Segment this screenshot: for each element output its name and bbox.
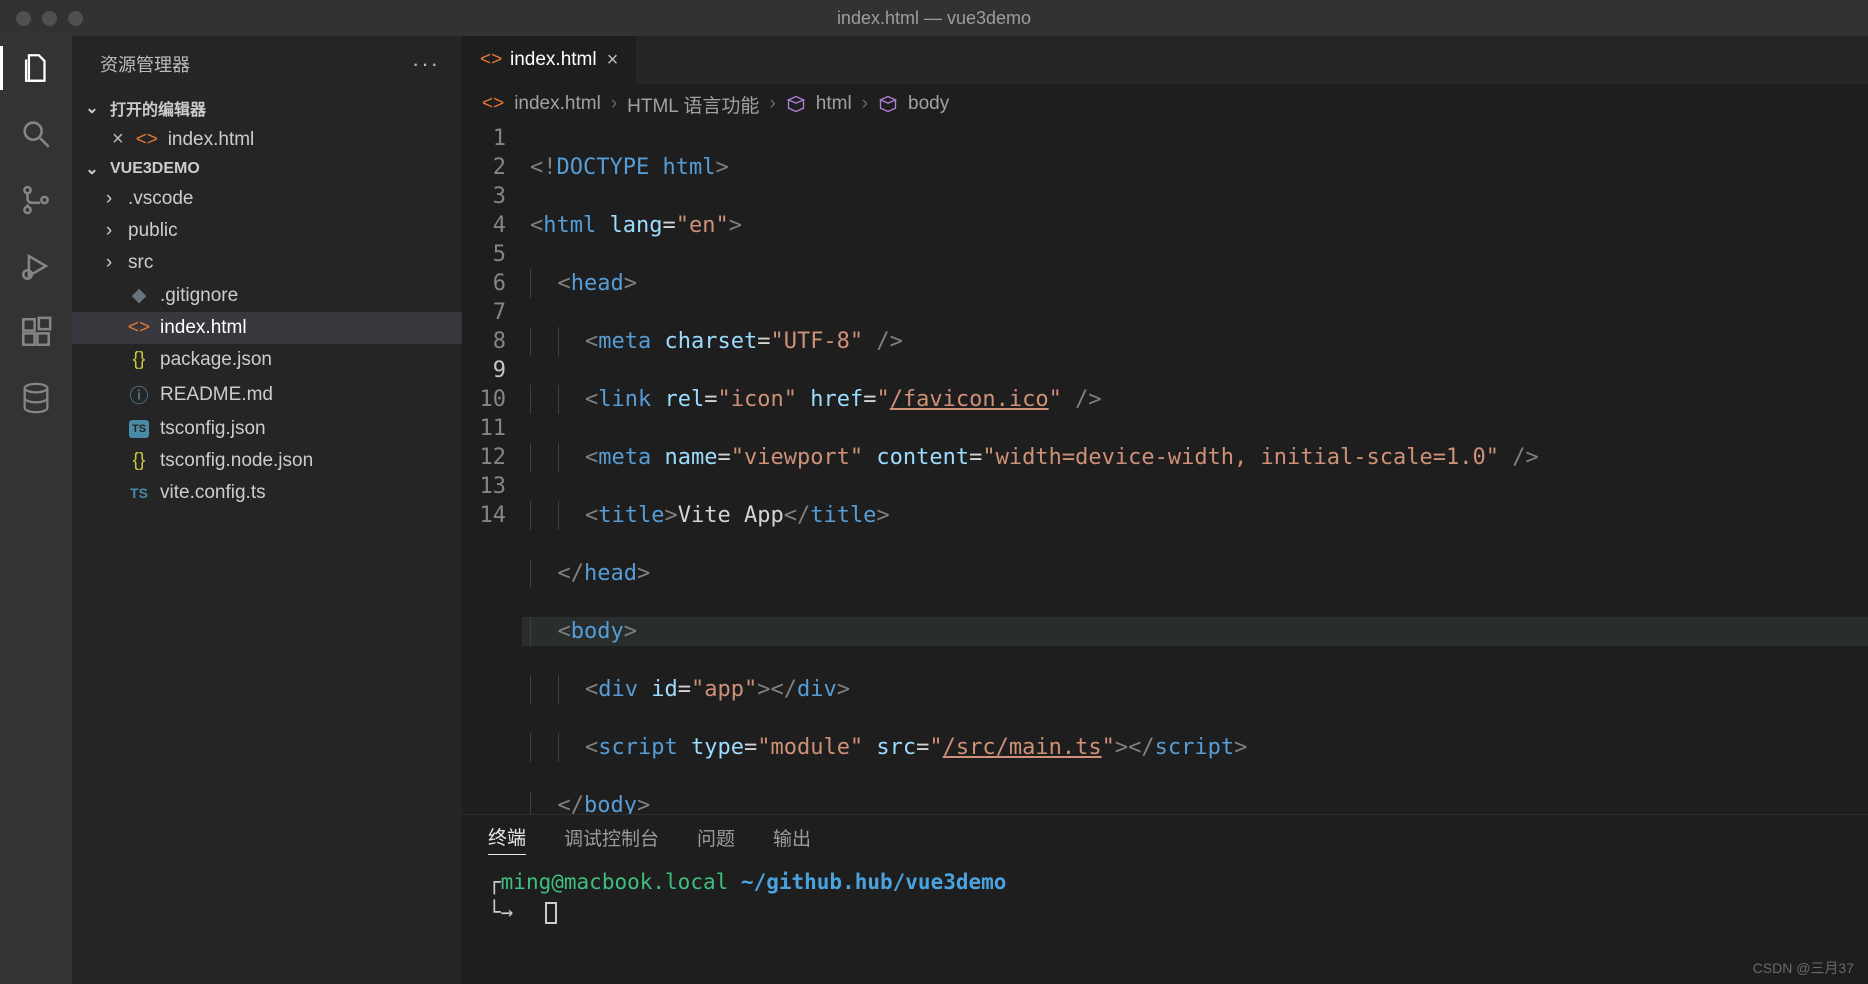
line-numbers: 1234567891011121314 <box>462 124 522 814</box>
code-editor[interactable]: 1234567891011121314 <!DOCTYPE html> <htm… <box>462 124 1868 814</box>
extensions-icon[interactable] <box>14 310 58 354</box>
html-file-icon: <> <box>482 93 504 115</box>
file-label: .gitignore <box>160 285 238 307</box>
explorer-icon[interactable] <box>14 46 58 90</box>
symbol-icon <box>786 94 806 114</box>
panel-tabs: 终端 调试控制台 问题 输出 <box>462 815 1868 863</box>
editor-tabs: <> index.html × <box>462 36 1868 84</box>
breadcrumb-html[interactable]: html <box>816 93 852 115</box>
chevron-down-icon: ⌄ <box>82 98 102 118</box>
code-content[interactable]: <!DOCTYPE html> <html lang="en"> <head> … <box>522 124 1868 814</box>
open-editor-filename: index.html <box>168 129 255 151</box>
file-label: package.json <box>160 349 272 371</box>
breadcrumb-file[interactable]: index.html <box>514 93 601 115</box>
database-icon[interactable] <box>14 376 58 420</box>
source-control-icon[interactable] <box>14 178 58 222</box>
tab-terminal[interactable]: 终端 <box>488 823 526 855</box>
file-index-html[interactable]: › <> index.html <box>72 312 462 344</box>
chevron-right-icon: › <box>611 93 617 115</box>
sidebar-title: 资源管理器 <box>100 51 190 77</box>
chevron-right-icon: › <box>100 188 118 210</box>
tab-output[interactable]: 输出 <box>773 824 811 855</box>
file-gitignore[interactable]: › ◆ .gitignore <box>72 279 462 312</box>
sidebar: 资源管理器 ··· ⌄ 打开的编辑器 × <> index.html ⌄ VUE… <box>72 36 462 984</box>
search-icon[interactable] <box>14 112 58 156</box>
file-package-json[interactable]: › {} package.json <box>72 344 462 376</box>
git-file-icon: ◆ <box>128 284 150 307</box>
ts-file-icon: TS <box>128 485 150 501</box>
project-name: VUE3DEMO <box>110 160 200 178</box>
file-tsconfig-node[interactable]: › {} tsconfig.node.json <box>72 445 462 477</box>
folder-label: public <box>128 220 178 242</box>
close-icon[interactable]: × <box>112 128 124 151</box>
open-editor-item[interactable]: × <> index.html <box>72 124 462 155</box>
debug-icon[interactable] <box>14 244 58 288</box>
zoom-window-icon[interactable] <box>68 11 83 26</box>
breadcrumb-body[interactable]: body <box>908 93 949 115</box>
file-label: vite.config.ts <box>160 482 266 504</box>
html-file-icon: <> <box>128 317 150 339</box>
file-readme[interactable]: › ⓘ README.md <box>72 376 462 413</box>
symbol-icon <box>878 94 898 114</box>
tab-problems[interactable]: 问题 <box>697 824 735 855</box>
file-vite-config[interactable]: › TS vite.config.ts <box>72 477 462 509</box>
chevron-right-icon: › <box>769 93 775 115</box>
window-title: index.html — vue3demo <box>0 8 1868 29</box>
folder-label: .vscode <box>128 188 193 210</box>
html-file-icon: <> <box>136 129 156 151</box>
folder-src[interactable]: › src <box>72 247 462 279</box>
close-window-icon[interactable] <box>16 11 31 26</box>
chevron-right-icon: › <box>100 252 118 274</box>
folder-vscode[interactable]: › .vscode <box>72 183 462 215</box>
file-label: tsconfig.node.json <box>160 450 313 472</box>
window-controls[interactable] <box>16 11 83 26</box>
terminal-cursor <box>545 902 557 924</box>
json-file-icon: {} <box>128 349 150 371</box>
terminal[interactable]: ┌ming@macbook.local ~/github.hub/vue3dem… <box>462 863 1868 984</box>
sidebar-more-icon[interactable]: ··· <box>412 51 440 77</box>
project-section[interactable]: ⌄ VUE3DEMO <box>72 155 462 183</box>
html-file-icon: <> <box>480 49 500 71</box>
info-file-icon: ⓘ <box>128 381 150 408</box>
titlebar: index.html — vue3demo <box>0 0 1868 36</box>
file-label: README.md <box>160 384 273 406</box>
activity-bar <box>0 36 72 984</box>
file-label: index.html <box>160 317 247 339</box>
tab-label: index.html <box>510 49 597 71</box>
json-file-icon: {} <box>128 450 150 472</box>
editor-area: <> index.html × <> index.html › HTML 语言功… <box>462 36 1868 984</box>
file-label: tsconfig.json <box>160 418 266 440</box>
tab-debug-console[interactable]: 调试控制台 <box>564 824 659 855</box>
tab-index-html[interactable]: <> index.html × <box>462 36 637 84</box>
open-editors-label: 打开的编辑器 <box>110 96 206 120</box>
chevron-right-icon: › <box>100 220 118 242</box>
breadcrumb-lang[interactable]: HTML 语言功能 <box>627 91 759 118</box>
minimize-window-icon[interactable] <box>42 11 57 26</box>
watermark: CSDN @三月37 <box>1753 958 1854 978</box>
chevron-right-icon: › <box>862 93 868 115</box>
breadcrumbs[interactable]: <> index.html › HTML 语言功能 › html › body <box>462 84 1868 124</box>
open-editors-section[interactable]: ⌄ 打开的编辑器 <box>72 92 462 124</box>
ts-file-icon: TS <box>128 420 150 438</box>
file-tsconfig[interactable]: › TS tsconfig.json <box>72 413 462 445</box>
folder-label: src <box>128 252 153 274</box>
panel: 终端 调试控制台 问题 输出 ┌ming@macbook.local ~/git… <box>462 814 1868 984</box>
folder-public[interactable]: › public <box>72 215 462 247</box>
close-icon[interactable]: × <box>607 49 619 72</box>
chevron-down-icon: ⌄ <box>82 159 102 179</box>
